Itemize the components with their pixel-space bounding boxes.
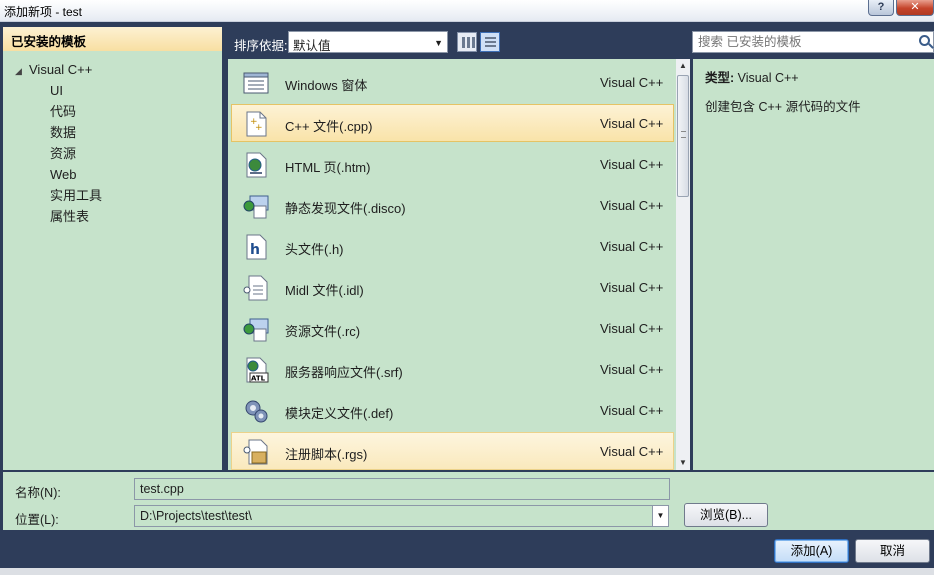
- search-input[interactable]: [698, 33, 908, 51]
- type-label: 类型:: [705, 71, 735, 85]
- template-language: Visual C++: [600, 403, 664, 418]
- chevron-down-icon[interactable]: ▼: [652, 506, 668, 526]
- scroll-down-icon[interactable]: ▼: [676, 456, 690, 470]
- browse-button[interactable]: 浏览(B)...: [684, 503, 768, 527]
- expand-triangle-icon[interactable]: ◢: [15, 61, 29, 82]
- resource-file-icon: [243, 318, 269, 342]
- template-item-midl-file[interactable]: Midl 文件(.idl) Visual C++: [231, 268, 674, 306]
- svg-text:ATL: ATL: [251, 375, 266, 383]
- close-button[interactable]: ✕: [896, 0, 934, 16]
- window-title: 添加新项 - test: [4, 5, 83, 19]
- tree-item-utility[interactable]: 实用工具: [3, 185, 222, 206]
- tree-item-code[interactable]: 代码: [3, 101, 222, 122]
- template-description: 创建包含 C++ 源代码的文件: [705, 100, 861, 114]
- template-type: 类型: Visual C++: [705, 67, 934, 86]
- template-item-rgs-file[interactable]: 注册脚本(.rgs) Visual C++: [231, 432, 674, 470]
- sort-selected-value: 默认值: [293, 39, 331, 53]
- tree-item-ui[interactable]: UI: [3, 80, 222, 101]
- scroll-thumb[interactable]: [677, 75, 689, 197]
- header-file-icon: h: [246, 234, 267, 260]
- tree-item-visual-cpp[interactable]: ◢ Visual C++: [3, 59, 222, 80]
- grid-view-icon: [462, 37, 465, 48]
- template-language: Visual C++: [600, 444, 664, 459]
- title-bar: 添加新项 - test ? ✕: [0, 0, 934, 22]
- type-value: Visual C++: [737, 71, 799, 85]
- item-form: 名称(N): test.cpp 位置(L): D:\Projects\test\…: [3, 472, 934, 530]
- template-category-panel: 已安装的模板 ◢ Visual C++ UI 代码 数据 资源 Web 实用工具 …: [3, 27, 222, 470]
- template-name: Midl 文件(.idl): [285, 283, 364, 298]
- location-field[interactable]: D:\Projects\test\test\: [140, 509, 252, 523]
- tree-item-property-sheet[interactable]: 属性表: [3, 206, 222, 227]
- disco-file-icon: [243, 195, 269, 219]
- template-item-windows-form[interactable]: Windows 窗体 Visual C++: [231, 63, 674, 101]
- template-list: Windows 窗体 Visual C++ + + C++ 文件(.cpp) V…: [228, 59, 690, 470]
- template-name: HTML 页(.htm): [285, 160, 371, 175]
- rgs-file-icon: [243, 439, 268, 465]
- midl-file-icon: [243, 275, 268, 301]
- sort-label: 排序依据:: [234, 39, 288, 53]
- name-label: 名称(N):: [15, 486, 61, 500]
- list-view-button[interactable]: [480, 32, 500, 52]
- template-name: Windows 窗体: [285, 78, 368, 93]
- template-name: 头文件(.h): [285, 242, 344, 257]
- sort-select[interactable]: 默认值 ▼: [288, 31, 448, 53]
- template-language: Visual C++: [600, 280, 664, 295]
- name-field[interactable]: test.cpp: [134, 478, 670, 500]
- svg-text:+: +: [255, 123, 263, 133]
- html-page-icon: [246, 152, 267, 178]
- template-name: 注册脚本(.rgs): [285, 447, 368, 462]
- location-combobox[interactable]: D:\Projects\test\test\ ▼: [134, 505, 669, 527]
- template-name: 服务器响应文件(.srf): [285, 365, 403, 380]
- tree-item-web[interactable]: Web: [3, 164, 222, 185]
- template-name: 模块定义文件(.def): [285, 406, 394, 421]
- template-language: Visual C++: [600, 239, 664, 254]
- windows-form-icon: [243, 72, 269, 94]
- template-item-header-file[interactable]: h 头文件(.h) Visual C++: [231, 227, 674, 265]
- search-box[interactable]: [692, 31, 934, 53]
- template-language: Visual C++: [600, 362, 664, 377]
- template-item-disco-file[interactable]: 静态发现文件(.disco) Visual C++: [231, 186, 674, 224]
- cpp-file-icon: + +: [246, 111, 267, 137]
- list-view-icon: [485, 37, 496, 39]
- installed-templates-header[interactable]: 已安装的模板: [3, 27, 222, 51]
- template-item-def-file[interactable]: 模块定义文件(.def) Visual C++: [231, 391, 674, 429]
- template-name: 资源文件(.rc): [285, 324, 361, 339]
- small-icons-view-button[interactable]: [457, 32, 477, 52]
- template-item-resource-file[interactable]: 资源文件(.rc) Visual C++: [231, 309, 674, 347]
- template-list-scrollbar[interactable]: ▲ ▼: [676, 59, 690, 470]
- category-tree: ◢ Visual C++ UI 代码 数据 资源 Web 实用工具 属性表: [3, 51, 222, 227]
- srf-file-icon: ATL: [246, 357, 269, 383]
- template-language: Visual C++: [600, 321, 664, 336]
- scroll-up-icon[interactable]: ▲: [676, 59, 690, 73]
- window-bottom-edge: [0, 568, 934, 575]
- help-button[interactable]: ?: [868, 0, 894, 16]
- add-button[interactable]: 添加(A): [774, 539, 849, 563]
- tree-item-label: Visual C++: [29, 62, 93, 77]
- template-language: Visual C++: [600, 157, 664, 172]
- tree-item-data[interactable]: 数据: [3, 122, 222, 143]
- cancel-button[interactable]: 取消: [855, 539, 930, 563]
- svg-text:h: h: [250, 242, 260, 258]
- template-name: C++ 文件(.cpp): [285, 119, 373, 134]
- def-file-icon: [245, 400, 268, 423]
- template-language: Visual C++: [600, 75, 664, 90]
- template-language: Visual C++: [600, 116, 664, 131]
- template-item-html-page[interactable]: HTML 页(.htm) Visual C++: [231, 145, 674, 183]
- sort-bar: 排序依据: 默认值 ▼: [228, 29, 688, 55]
- template-info-panel: 类型: Visual C++ 创建包含 C++ 源代码的文件: [693, 59, 934, 470]
- location-label: 位置(L):: [15, 513, 59, 527]
- template-language: Visual C++: [600, 198, 664, 213]
- template-item-cpp-file[interactable]: + + C++ 文件(.cpp) Visual C++: [231, 104, 674, 142]
- template-name: 静态发现文件(.disco): [285, 201, 406, 216]
- tree-item-resource[interactable]: 资源: [3, 143, 222, 164]
- chevron-down-icon: ▼: [434, 38, 443, 48]
- search-icon[interactable]: [919, 35, 930, 46]
- template-item-srf-file[interactable]: ATL 服务器响应文件(.srf) Visual C++: [231, 350, 674, 388]
